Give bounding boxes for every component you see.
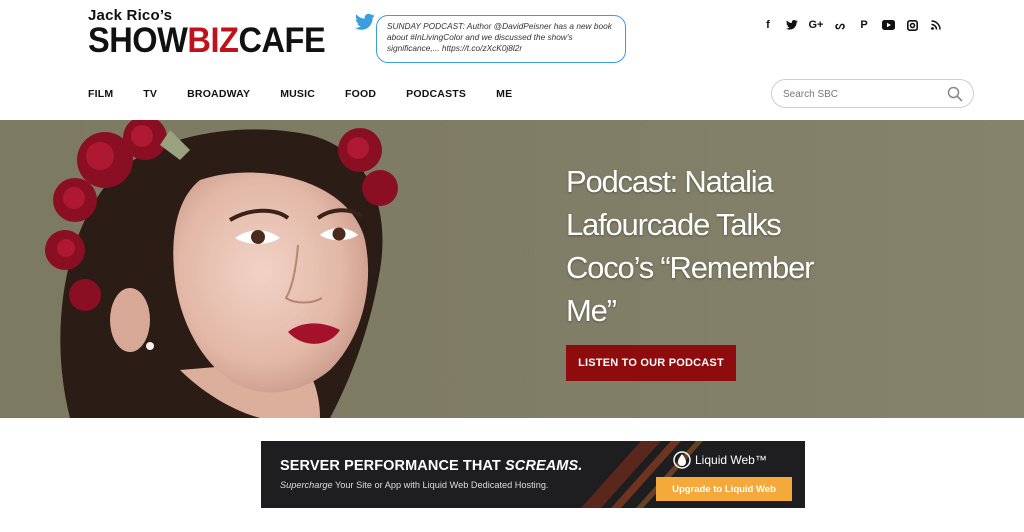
hero-portrait-image[interactable]: [30, 120, 410, 418]
main-nav: FILM TV BROADWAY MUSIC FOOD PODCASTS ME: [88, 88, 542, 100]
search-icon[interactable]: [947, 86, 963, 102]
liquid-web-brand: Liquid Web™: [695, 453, 767, 467]
nav-item-broadway[interactable]: BROADWAY: [187, 88, 250, 100]
ad-subline-emphasis: Supercharge: [280, 480, 333, 490]
liquid-web-icon: [673, 451, 691, 469]
stumbleupon-icon[interactable]: ᔕ: [828, 17, 852, 33]
hero-headline[interactable]: Podcast: Natalia Lafourcade Talks Coco’s…: [566, 160, 866, 332]
ad-subline: Supercharge Your Site or App with Liquid…: [280, 480, 548, 490]
logo-wordmark: SHOWBIZCAFE: [88, 21, 326, 60]
facebook-icon[interactable]: f: [756, 17, 780, 33]
ad-headline: SERVER PERFORMANCE THAT SCREAMS.: [280, 458, 582, 474]
nav-item-tv[interactable]: TV: [143, 88, 157, 100]
page: Jack Rico’s SHOWBIZCAFE SUNDAY PODCAST: …: [0, 0, 1024, 532]
youtube-icon[interactable]: [876, 17, 900, 33]
social-links: f G+ ᔕ P: [756, 17, 948, 33]
listen-podcast-button[interactable]: LISTEN TO OUR PODCAST: [566, 345, 736, 381]
advertisement-banner[interactable]: SERVER PERFORMANCE THAT SCREAMS. Superch…: [261, 441, 805, 508]
rss-icon[interactable]: [924, 17, 948, 33]
nav-item-me[interactable]: ME: [496, 88, 512, 100]
twitter-icon[interactable]: [780, 17, 804, 33]
search-input[interactable]: [783, 86, 933, 102]
nav-item-music[interactable]: MUSIC: [280, 88, 315, 100]
search-box: [771, 79, 974, 108]
logo-biz: BIZ: [187, 21, 239, 60]
ad-subline-text: Your Site or App with Liquid Web Dedicat…: [332, 480, 549, 490]
pinterest-icon[interactable]: P: [852, 17, 876, 33]
twitter-bird-icon: [355, 13, 375, 30]
ad-headline-part: SERVER PERFORMANCE THAT: [280, 458, 506, 474]
nav-item-film[interactable]: FILM: [88, 88, 113, 100]
nav-item-food[interactable]: FOOD: [345, 88, 376, 100]
liquid-web-logo: Liquid Web™: [673, 451, 767, 469]
site-logo[interactable]: Jack Rico’s SHOWBIZCAFE: [88, 7, 343, 59]
google-plus-icon[interactable]: G+: [804, 17, 828, 33]
hero-banner: Podcast: Natalia Lafourcade Talks Coco’s…: [0, 120, 1024, 418]
latest-tweet[interactable]: SUNDAY PODCAST: Author @DavidPeisner has…: [376, 15, 626, 63]
instagram-icon[interactable]: [900, 17, 924, 33]
nav-item-podcasts[interactable]: PODCASTS: [406, 88, 466, 100]
logo-show: SHOW: [88, 21, 188, 60]
logo-cafe: CAFE: [238, 21, 326, 60]
upgrade-button[interactable]: Upgrade to Liquid Web: [656, 477, 792, 501]
ad-headline-emphasis: SCREAMS.: [505, 458, 583, 474]
